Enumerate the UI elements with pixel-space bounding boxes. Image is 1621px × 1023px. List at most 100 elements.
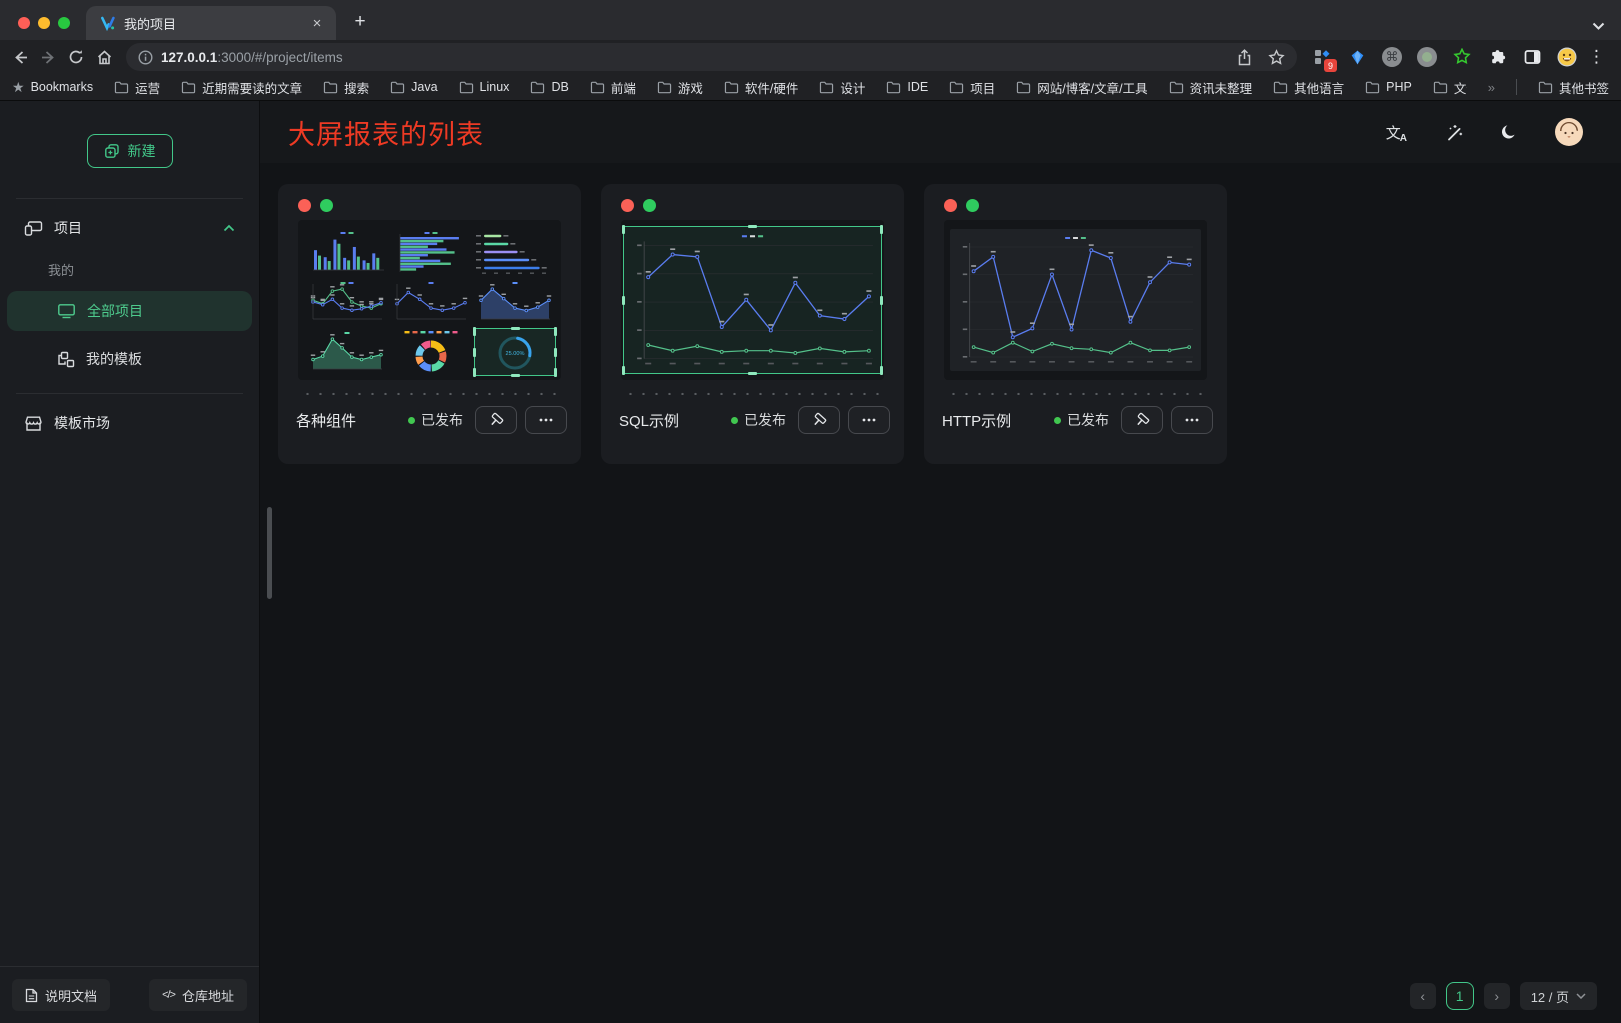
project-name: HTTP示例	[942, 410, 1046, 431]
selection-handle[interactable]	[511, 327, 520, 330]
bookmark-folder[interactable]: Linux	[459, 80, 510, 94]
project-preview-image[interactable]	[621, 220, 884, 380]
more-button[interactable]	[1171, 406, 1213, 434]
address-bar[interactable]: 127.0.0.1:3000/#/project/items	[126, 43, 1297, 71]
selection-handle[interactable]	[622, 225, 625, 234]
sidebar-item-all-projects[interactable]: 全部项目	[7, 291, 252, 331]
new-project-button[interactable]: 新建	[87, 134, 173, 168]
browser-tab[interactable]: 我的项目 ×	[86, 6, 336, 40]
bookmark-folder[interactable]: IDE	[886, 80, 928, 94]
selection-handle[interactable]	[880, 225, 883, 234]
extensions-area: 9 ⌘	[1305, 44, 1584, 70]
chevron-up-icon[interactable]	[223, 224, 235, 232]
reload-icon[interactable]	[62, 43, 90, 71]
forward-icon[interactable]	[34, 43, 62, 71]
ext-grid-icon[interactable]: 9	[1309, 44, 1335, 70]
ext-smiley-icon[interactable]	[1554, 44, 1580, 70]
ext-command-icon[interactable]: ⌘	[1379, 44, 1405, 70]
current-page-button[interactable]: 1	[1446, 982, 1474, 1010]
docs-button[interactable]: 说明文档	[12, 979, 110, 1011]
repo-button[interactable]: </> 仓库地址	[149, 979, 247, 1011]
side-panel-icon[interactable]	[1519, 44, 1545, 70]
tab-close-icon[interactable]: ×	[308, 14, 326, 32]
other-bookmarks-folder[interactable]: 其他书签	[1538, 78, 1609, 97]
selection-handle[interactable]	[880, 296, 883, 305]
bookmarks-bar: ★ Bookmarks 运营 近期需要读的文章 搜索 Java Linux DB 前端 游戏 软…	[0, 74, 1621, 101]
bookmark-folder[interactable]: 软件/硬件	[724, 78, 798, 97]
bookmark-label: 设计	[840, 78, 865, 97]
selection-handle[interactable]	[554, 327, 557, 336]
zoom-window-button[interactable]	[58, 17, 70, 29]
dark-mode-moon-icon[interactable]	[1500, 123, 1519, 142]
share-icon[interactable]	[1237, 49, 1252, 66]
minimize-window-button[interactable]	[38, 17, 50, 29]
bookmark-folder[interactable]: 其他语言	[1273, 78, 1344, 97]
ext-puzzle-icon[interactable]	[1484, 44, 1510, 70]
selection-handle[interactable]	[622, 296, 625, 305]
project-preview-image[interactable]: 25.00%	[298, 220, 561, 380]
sidebar-footer: 说明文档 </> 仓库地址	[0, 966, 259, 1023]
red-dot-icon	[944, 199, 957, 212]
home-icon[interactable]	[90, 43, 118, 71]
sidebar-item-template-market[interactable]: 模板市场	[0, 400, 259, 446]
bookmark-folder[interactable]: 资讯未整理	[1169, 78, 1253, 97]
next-page-button[interactable]: ›	[1484, 983, 1510, 1009]
ext-record-icon[interactable]	[1414, 44, 1440, 70]
bookmark-folder[interactable]: 运营	[114, 78, 160, 97]
bookmark-folder[interactable]: 文件服务器	[1433, 78, 1467, 97]
back-icon[interactable]	[6, 43, 34, 71]
ext-green-star-icon[interactable]	[1449, 44, 1475, 70]
selection-handle[interactable]	[473, 327, 476, 336]
ext-gem-icon[interactable]	[1344, 44, 1370, 70]
project-card-sql-example[interactable]: SQL示例 已发布	[601, 184, 904, 464]
bookmark-folder[interactable]: Java	[390, 80, 437, 94]
site-info-icon[interactable]	[138, 50, 153, 65]
bookmark-folder[interactable]: 前端	[590, 78, 636, 97]
bookmark-folder[interactable]: 近期需要读的文章	[181, 78, 302, 97]
selection-handle[interactable]	[511, 374, 520, 377]
mini-chart-hbars	[390, 228, 472, 276]
selection-handle[interactable]	[880, 366, 883, 375]
selection-handle[interactable]	[473, 368, 476, 377]
scrollbar-thumb[interactable]	[267, 507, 272, 599]
card-footer: SQL示例 已发布	[619, 406, 890, 434]
bookmark-star-icon[interactable]	[1268, 49, 1285, 66]
bookmark-folder[interactable]: 项目	[949, 78, 995, 97]
selection-handle[interactable]	[554, 368, 557, 377]
bookmark-folder[interactable]: DB	[530, 80, 568, 94]
sidebar-item-my-templates[interactable]: 我的模板	[7, 339, 252, 379]
selection-handle[interactable]	[473, 348, 476, 357]
more-button[interactable]	[848, 406, 890, 434]
tab-favicon	[100, 15, 116, 31]
project-preview-image[interactable]	[944, 220, 1207, 380]
bookmark-folder[interactable]: 游戏	[657, 78, 703, 97]
edit-button[interactable]	[1121, 406, 1163, 434]
ext-badge: 9	[1324, 59, 1337, 72]
selection-handle[interactable]	[748, 372, 757, 375]
language-icon[interactable]: 文A	[1386, 122, 1408, 143]
bookmarks-manager-item[interactable]: ★ Bookmarks	[12, 79, 93, 96]
browser-menu-icon[interactable]: ⋮	[1584, 47, 1615, 67]
magic-wand-icon[interactable]	[1444, 122, 1464, 142]
bookmark-folder[interactable]: 设计	[819, 78, 865, 97]
project-card-http-example[interactable]: HTTP示例 已发布	[924, 184, 1227, 464]
edit-button[interactable]	[475, 406, 517, 434]
bookmark-folder[interactable]: 搜索	[323, 78, 369, 97]
user-avatar[interactable]	[1555, 118, 1583, 146]
selection-handle[interactable]	[554, 348, 557, 357]
bookmark-folder[interactable]: PHP	[1365, 80, 1412, 94]
bookmark-folder[interactable]: 网站/博客/文章/工具	[1016, 78, 1147, 97]
new-tab-button[interactable]: +	[346, 8, 374, 36]
close-window-button[interactable]	[18, 17, 30, 29]
tab-search-chevron-icon[interactable]	[1592, 22, 1605, 30]
bookmarks-overflow-chevron[interactable]: »	[1488, 80, 1495, 95]
selection-handle[interactable]	[622, 366, 625, 375]
selection-handle[interactable]	[748, 225, 757, 228]
page-size-select[interactable]: 12 / 页	[1520, 982, 1597, 1010]
more-button[interactable]	[525, 406, 567, 434]
edit-button[interactable]	[798, 406, 840, 434]
bookmark-label: PHP	[1386, 80, 1412, 94]
prev-page-button[interactable]: ‹	[1410, 983, 1436, 1009]
project-card-various-components[interactable]: 25.00% 各种组件 已发布	[278, 184, 581, 464]
sidebar-section-project[interactable]: 项目	[0, 205, 259, 251]
